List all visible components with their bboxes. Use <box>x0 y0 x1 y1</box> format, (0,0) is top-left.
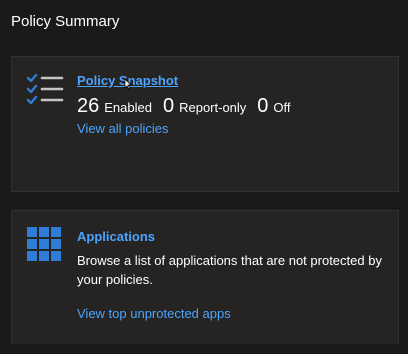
applications-description: Browse a list of applications that are n… <box>77 253 382 287</box>
app-grid-icon <box>27 227 61 266</box>
applications-card: Applications Browse a list of applicatio… <box>11 210 399 344</box>
view-top-unprotected-apps-link[interactable]: View top unprotected apps <box>77 306 386 321</box>
checklist-icon <box>26 73 65 112</box>
report-only-count: 0 <box>162 95 175 117</box>
enabled-label: Enabled <box>104 100 152 115</box>
applications-link[interactable]: Applications <box>77 229 386 244</box>
off-label: Off <box>273 100 291 115</box>
applications-body: Applications Browse a list of applicatio… <box>77 229 386 321</box>
enabled-count: 26 <box>77 95 100 117</box>
policy-stats: 26 Enabled 0 Report-only 0 Off <box>77 95 386 118</box>
policy-summary-page: Policy Summary Policy Snapshot 26 Enable… <box>0 0 408 354</box>
policy-snapshot-card: Policy Snapshot 26 Enabled 0 Report-only… <box>11 56 399 192</box>
view-all-policies-link[interactable]: View all policies <box>77 121 386 136</box>
mouse-cursor-icon <box>124 78 132 90</box>
off-count: 0 <box>257 95 269 117</box>
section-title: Policy Summary <box>11 13 120 30</box>
report-only-label: Report-only <box>179 100 247 115</box>
